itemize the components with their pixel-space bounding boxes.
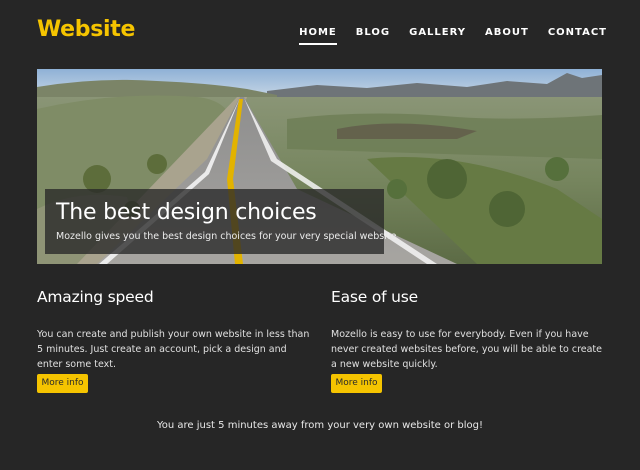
- more-info-button[interactable]: More info: [331, 374, 382, 393]
- hero-subtitle: Mozello gives you the best design choice…: [56, 231, 397, 242]
- nav-item-blog[interactable]: BLOG: [356, 27, 390, 45]
- feature-title: Ease of use: [331, 288, 418, 306]
- nav-item-gallery[interactable]: GALLERY: [409, 27, 466, 45]
- nav-item-contact[interactable]: CONTACT: [548, 27, 607, 45]
- site-logo[interactable]: Website: [37, 17, 135, 42]
- main-nav: HOME BLOG GALLERY ABOUT CONTACT: [280, 27, 607, 45]
- hero-banner: The best design choices Mozello gives yo…: [37, 69, 602, 264]
- feature-text: Mozello is easy to use for everybody. Ev…: [331, 329, 602, 370]
- footer-tagline: You are just 5 minutes away from your ve…: [156, 420, 484, 431]
- nav-item-about[interactable]: ABOUT: [485, 27, 529, 45]
- feature-text: You can create and publish your own webs…: [37, 329, 310, 370]
- feature-title: Amazing speed: [37, 288, 154, 306]
- hero-caption: The best design choices Mozello gives yo…: [45, 189, 397, 254]
- nav-item-home[interactable]: HOME: [299, 27, 337, 45]
- more-info-button[interactable]: More info: [37, 374, 88, 393]
- feature-amazing-speed: Amazing speed You can create and publish…: [37, 288, 312, 393]
- feature-ease-of-use: Ease of use Mozello is easy to use for e…: [331, 288, 606, 393]
- hero-title: The best design choices: [56, 200, 317, 225]
